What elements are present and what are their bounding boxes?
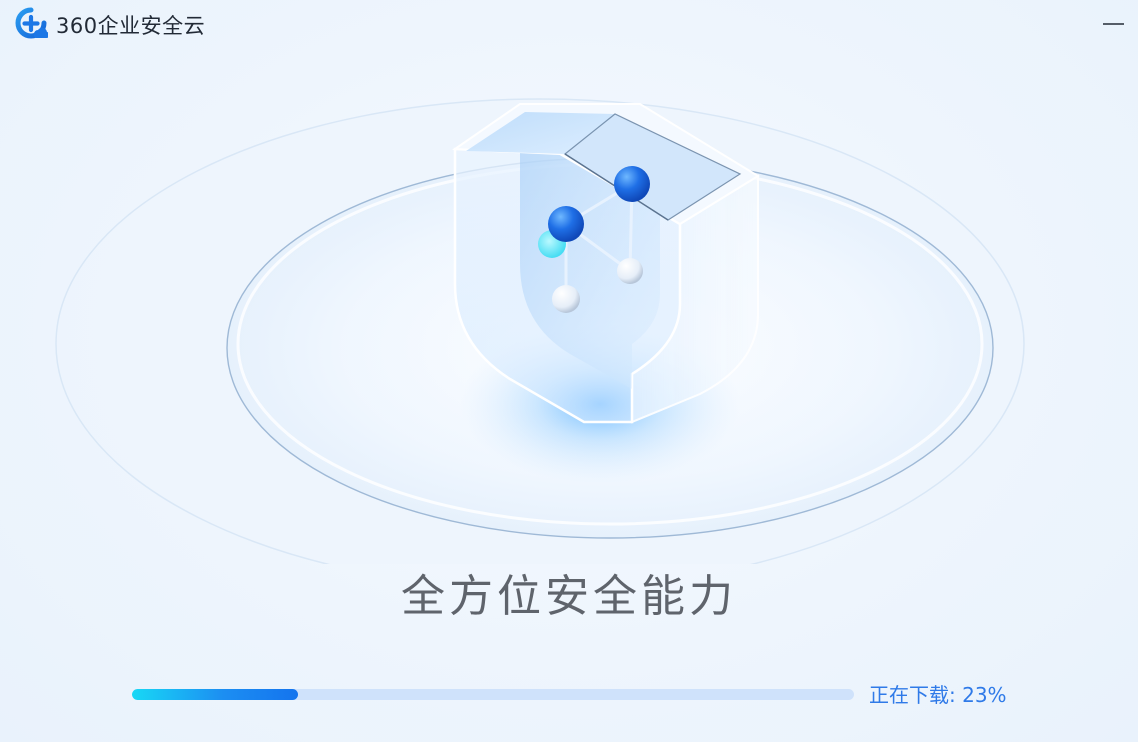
app-title: 360企业安全云 [56, 14, 206, 38]
hero-illustration [55, 98, 1025, 564]
hero-headline: 全方位安全能力 [401, 571, 737, 622]
download-progress-fill [132, 689, 299, 700]
minimize-button[interactable] [1096, 6, 1132, 36]
download-progress-bar [132, 689, 854, 700]
title-bar: 360企业安全云 [0, 0, 1138, 44]
download-status-text: 正在下载: 23% [869, 683, 1007, 707]
minimize-icon [1103, 23, 1124, 25]
app-logo-icon [15, 7, 48, 39]
